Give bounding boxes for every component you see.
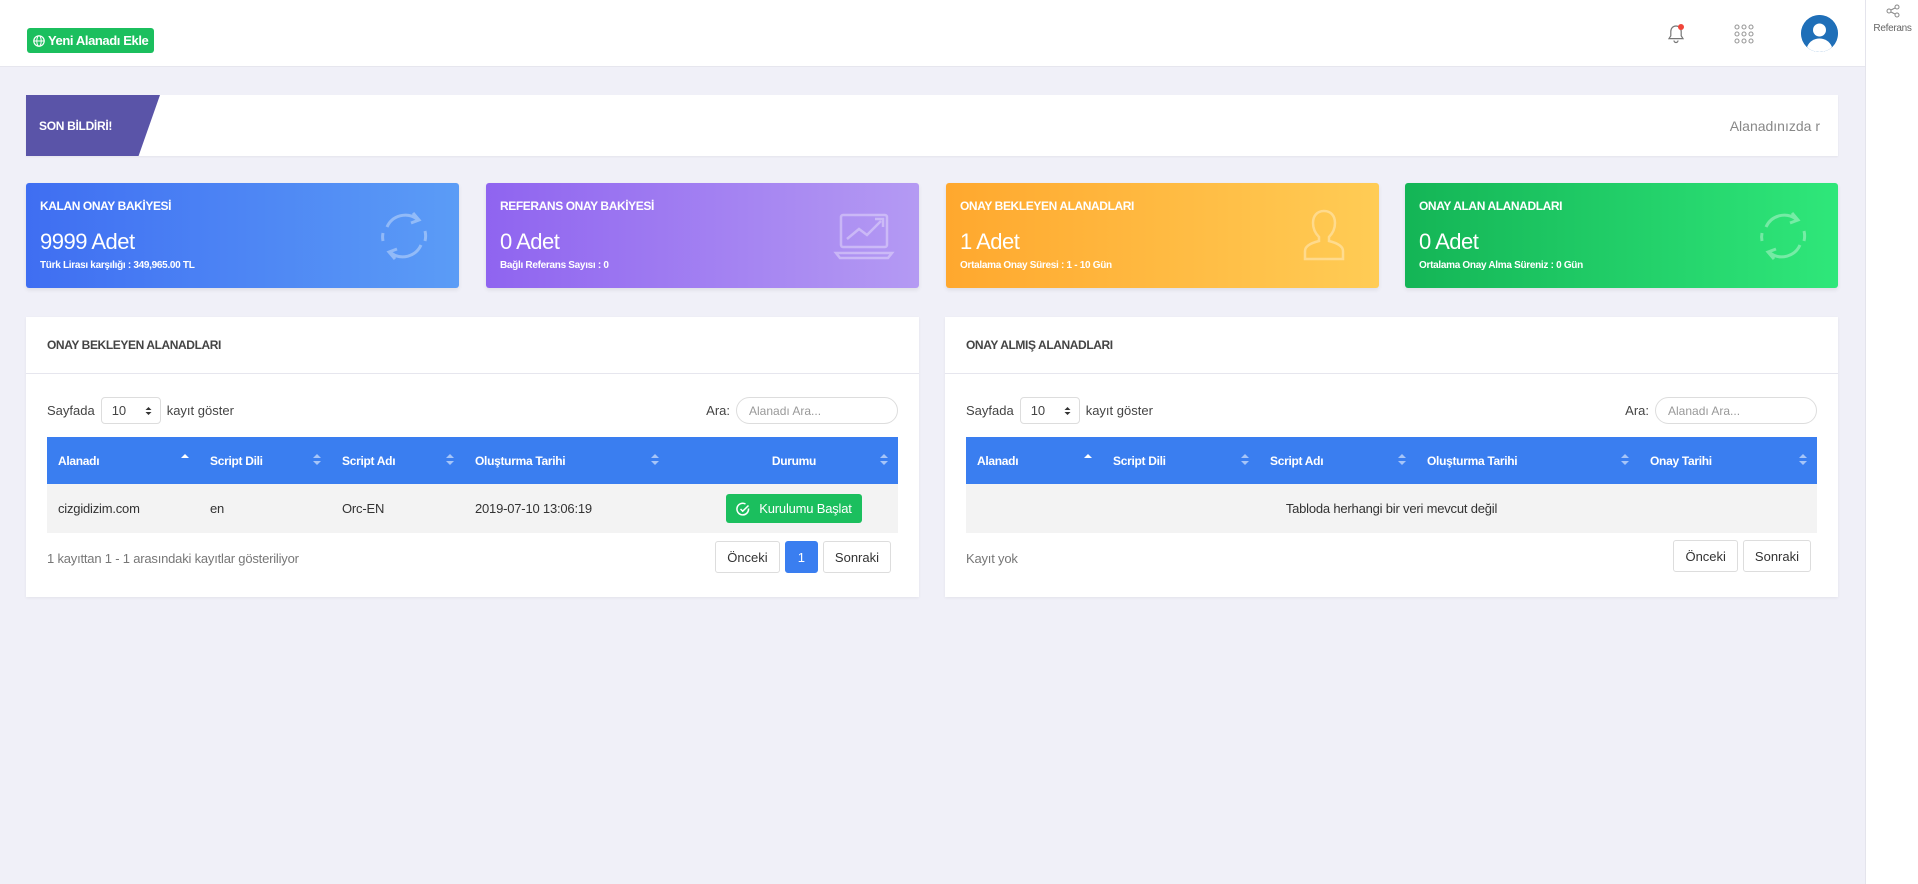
check-circle-icon [736, 502, 750, 516]
announcement-text: Alanadınızda r [1729, 117, 1820, 134]
cell-script-name: Orc-EN [342, 501, 385, 516]
table-header-row: Alanadı Script Dili Script Adı Oluşturma… [47, 437, 898, 484]
stat-card-pending-domains: ONAY BEKLEYEN ALANADLARI 1 Adet Ortalama… [946, 183, 1379, 288]
refresh-icon [1760, 212, 1807, 260]
share-icon [1886, 4, 1899, 18]
globe-icon [33, 34, 45, 47]
page-length-value: 10 [1030, 403, 1046, 418]
length-suffix: kayıt göster [166, 403, 234, 418]
page-number-button[interactable]: 1 [784, 541, 818, 573]
right-side-panel: Referans [1865, 0, 1918, 884]
apps-button[interactable] [1730, 20, 1758, 48]
select-arrows-icon [145, 406, 152, 415]
next-page-button[interactable]: Sonraki [822, 541, 891, 573]
column-header-created[interactable]: Oluşturma Tarihi [1416, 437, 1639, 484]
cell-created: 2019-07-10 13:06:19 [475, 501, 592, 516]
next-page-button[interactable]: Sonraki [1742, 540, 1811, 572]
table-info: 1 kayıttan 1 - 1 arasındaki kayıtlar gös… [47, 551, 299, 566]
column-header-approval-date[interactable]: Onay Tarihi [1639, 437, 1817, 484]
length-prefix: Sayfada [966, 403, 1014, 418]
table-info: Kayıt yok [966, 551, 1018, 566]
start-install-label: Kurulumu Başlat [759, 501, 852, 516]
stat-title: ONAY BEKLEYEN ALANADLARI [960, 199, 1134, 213]
user-avatar[interactable] [1801, 15, 1838, 52]
user-icon [1303, 209, 1345, 261]
referans-tab[interactable]: Referans [1866, 4, 1918, 34]
referans-label: Referans [1873, 23, 1912, 34]
column-header-domain[interactable]: Alanadı [47, 437, 199, 484]
user-avatar-icon [1801, 15, 1838, 52]
select-arrows-icon [1064, 406, 1071, 415]
panel-title: ONAY BEKLEYEN ALANADLARI [26, 317, 919, 374]
stat-subtitle: Türk Lirası karşılığı : 349,965.00 TL [40, 260, 195, 271]
search-input[interactable] [1655, 397, 1817, 424]
stat-title: REFERANS ONAY BAKİYESİ [500, 199, 654, 213]
pagination: Önceki Sonraki [1673, 540, 1811, 572]
empty-table-message: Tabloda herhangi bir veri mevcut değil [1285, 501, 1498, 516]
length-suffix: kayıt göster [1085, 403, 1153, 418]
stat-subtitle: Ortalama Onay Süresi : 1 - 10 Gün [960, 260, 1112, 271]
announcement-bar: SON BİLDİRİ! Alanadınızda r [26, 95, 1838, 156]
prev-page-button[interactable]: Önceki [1673, 540, 1738, 572]
table-header-row: Alanadı Script Dili Script Adı Oluşturma… [966, 437, 1817, 484]
notifications-button[interactable] [1662, 20, 1690, 48]
start-install-button[interactable]: Kurulumu Başlat [726, 494, 862, 523]
prev-page-button[interactable]: Önceki [715, 541, 780, 573]
refresh-icon [381, 212, 428, 260]
page-length-select[interactable]: 10 [1019, 397, 1080, 424]
add-domain-button[interactable]: Yeni Alanadı Ekle [27, 28, 155, 53]
approved-domains-panel: ONAY ALMIŞ ALANADLARI Sayfada 10 kayıt g… [945, 317, 1838, 597]
top-bar: Yeni Alanadı Ekle [0, 0, 1865, 67]
search-control: Ara: [1625, 397, 1817, 424]
stat-value: 9999 Adet [40, 229, 135, 254]
add-domain-label: Yeni Alanadı Ekle [48, 33, 149, 48]
table-row: cizgidizim.com en Orc-EN 2019-07-10 13:0… [47, 484, 898, 533]
column-header-script-name[interactable]: Script Adı [1259, 437, 1416, 484]
cell-status: Kurulumu Başlat [690, 484, 898, 533]
page-length-select[interactable]: 10 [100, 397, 161, 424]
bell-icon [1667, 24, 1685, 44]
stat-value: 1 Adet [960, 229, 1020, 254]
announcement-label: SON BİLDİRİ! [26, 95, 160, 156]
column-header-script-name[interactable]: Script Adı [331, 437, 464, 484]
length-prefix: Sayfada [47, 403, 95, 418]
search-control: Ara: [706, 397, 898, 424]
apps-grid-icon [1734, 24, 1754, 44]
stat-subtitle: Bağlı Referans Sayısı : 0 [500, 260, 609, 271]
page-length-value: 10 [111, 403, 127, 418]
column-header-status[interactable]: Durumu [690, 437, 898, 484]
pending-domains-table: Alanadı Script Dili Script Adı Oluşturma… [47, 437, 898, 533]
laptop-chart-icon [833, 213, 895, 260]
stat-value: 0 Adet [500, 229, 560, 254]
stat-subtitle: Ortalama Onay Alma Süreniz : 0 Gün [1419, 260, 1583, 271]
approved-domains-table: Alanadı Script Dili Script Adı Oluşturma… [966, 437, 1817, 533]
column-header-script-lang[interactable]: Script Dili [1102, 437, 1259, 484]
table-row: Tabloda herhangi bir veri mevcut değil [966, 484, 1817, 533]
column-header-domain[interactable]: Alanadı [966, 437, 1102, 484]
column-header-created[interactable]: Oluşturma Tarihi [464, 437, 690, 484]
stat-card-remaining-balance: KALAN ONAY BAKİYESİ 9999 Adet Türk Liras… [26, 183, 459, 288]
search-label: Ara: [1625, 403, 1649, 418]
cell-domain: cizgidizim.com [58, 501, 140, 516]
stat-title: ONAY ALAN ALANADLARI [1419, 199, 1563, 213]
stat-title: KALAN ONAY BAKİYESİ [40, 199, 172, 213]
stat-card-referral-balance: REFERANS ONAY BAKİYESİ 0 Adet Bağlı Refe… [486, 183, 919, 288]
stat-value: 0 Adet [1419, 229, 1479, 254]
search-input[interactable] [736, 397, 898, 424]
stat-card-approved-domains: ONAY ALAN ALANADLARI 0 Adet Ortalama Ona… [1405, 183, 1838, 288]
panel-title: ONAY ALMIŞ ALANADLARI [945, 317, 1838, 374]
search-label: Ara: [706, 403, 730, 418]
column-header-script-lang[interactable]: Script Dili [199, 437, 331, 484]
pending-domains-panel: ONAY BEKLEYEN ALANADLARI Sayfada 10 kayı… [26, 317, 919, 597]
cell-script-lang: en [210, 501, 225, 516]
page-length-control: Sayfada 10 kayıt göster [47, 397, 234, 424]
pagination: Önceki 1 Sonraki [715, 541, 891, 573]
page-length-control: Sayfada 10 kayıt göster [966, 397, 1153, 424]
